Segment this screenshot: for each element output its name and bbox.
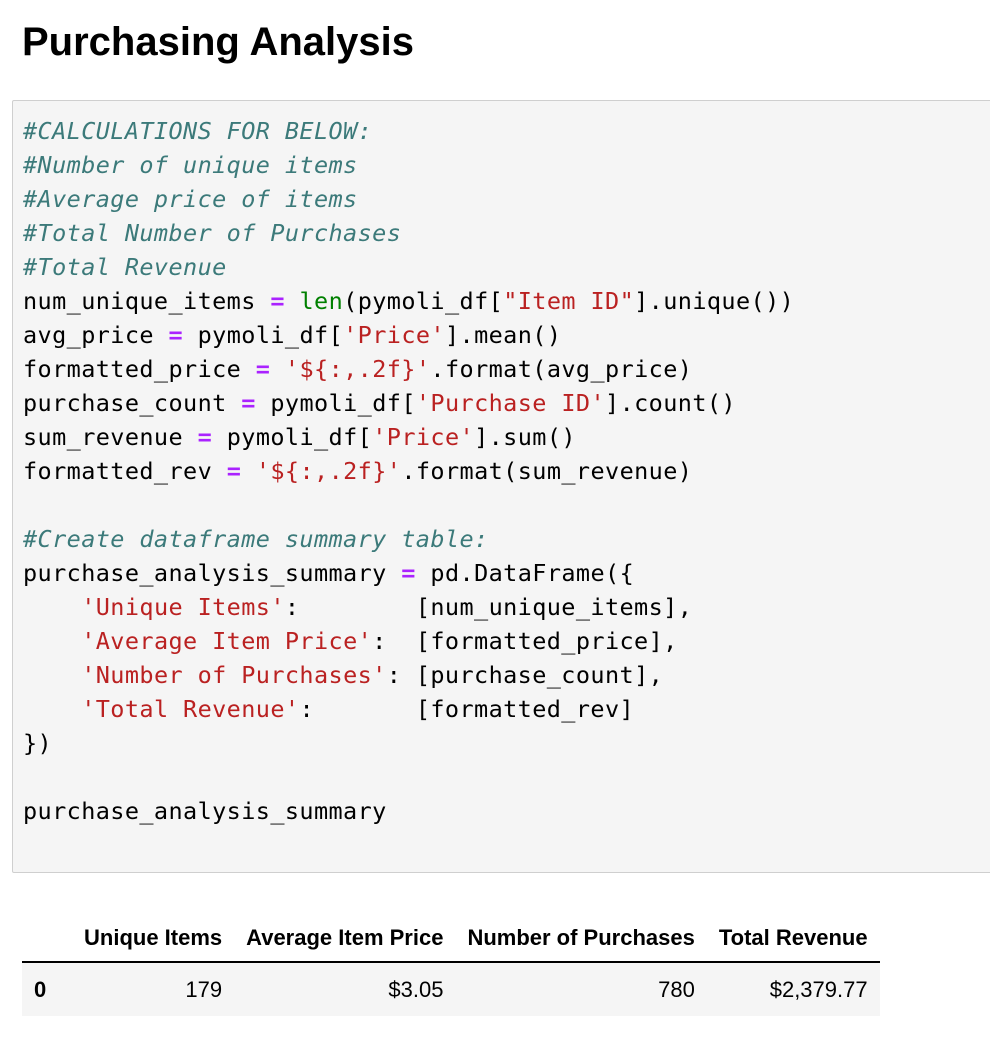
code-line: 'Total Revenue': [formatted_rev] [81,695,635,723]
table-header-row: Unique Items Average Item Price Number o… [22,915,880,963]
index-header [22,915,72,963]
cell-output: Unique Items Average Item Price Number o… [22,915,880,1016]
code-line: #Create dataframe summary table: [23,525,489,553]
cell-total-revenue: $2,379.77 [769,976,868,1002]
cell-number-of-purchases: 780 [658,976,695,1002]
code-line: sum_revenue = pymoli_df['Price'].sum() [23,423,576,451]
column-header-unique-items: Unique Items [72,915,235,963]
code-line: #Number of unique items [23,151,358,179]
code-line: purchase_analysis_summary = pd.DataFrame… [23,559,635,587]
code-line: 'Average Item Price': [formatted_price], [81,627,678,655]
cell-unique-items: 179 [185,976,223,1002]
code-line: num_unique_items = len(pymoli_df["Item I… [23,287,795,315]
code-line: 'Unique Items': [num_unique_items], [81,593,693,621]
code-line: #CALCULATIONS FOR BELOW: [23,117,373,145]
code-line: formatted_price = '${:,.2f}'.format(avg_… [23,355,693,383]
code-line: 'Number of Purchases': [purchase_count], [81,661,664,689]
code-cell[interactable]: #CALCULATIONS FOR BELOW: #Number of uniqu… [12,100,990,873]
row-index: 0 [34,976,47,1002]
cell-average-item-price: $3.05 [388,976,444,1002]
table-row: 0 179 $3.05 780 $2,379.77 [22,962,880,1016]
column-header-total-revenue: Total Revenue [706,915,880,963]
code-line: #Average price of items [23,185,358,213]
code-editor[interactable]: #CALCULATIONS FOR BELOW: #Number of uniqu… [23,114,794,828]
code-line: #Total Number of Purchases [23,219,402,247]
section-heading: Purchasing Analysis [22,20,414,64]
column-header-number-of-purchases: Number of Purchases [455,915,707,963]
dataframe-table: Unique Items Average Item Price Number o… [22,915,880,1016]
code-line: }) [23,729,53,757]
code-line: avg_price = pymoli_df['Price'].mean() [23,321,562,349]
code-line: purchase_count = pymoli_df['Purchase ID'… [23,389,736,417]
code-line: formatted_rev = '${:,.2f}'.format(sum_re… [23,457,693,485]
column-header-average-item-price: Average Item Price [234,915,456,963]
code-line: purchase_analysis_summary [23,797,387,825]
code-line: #Total Revenue [23,253,227,281]
